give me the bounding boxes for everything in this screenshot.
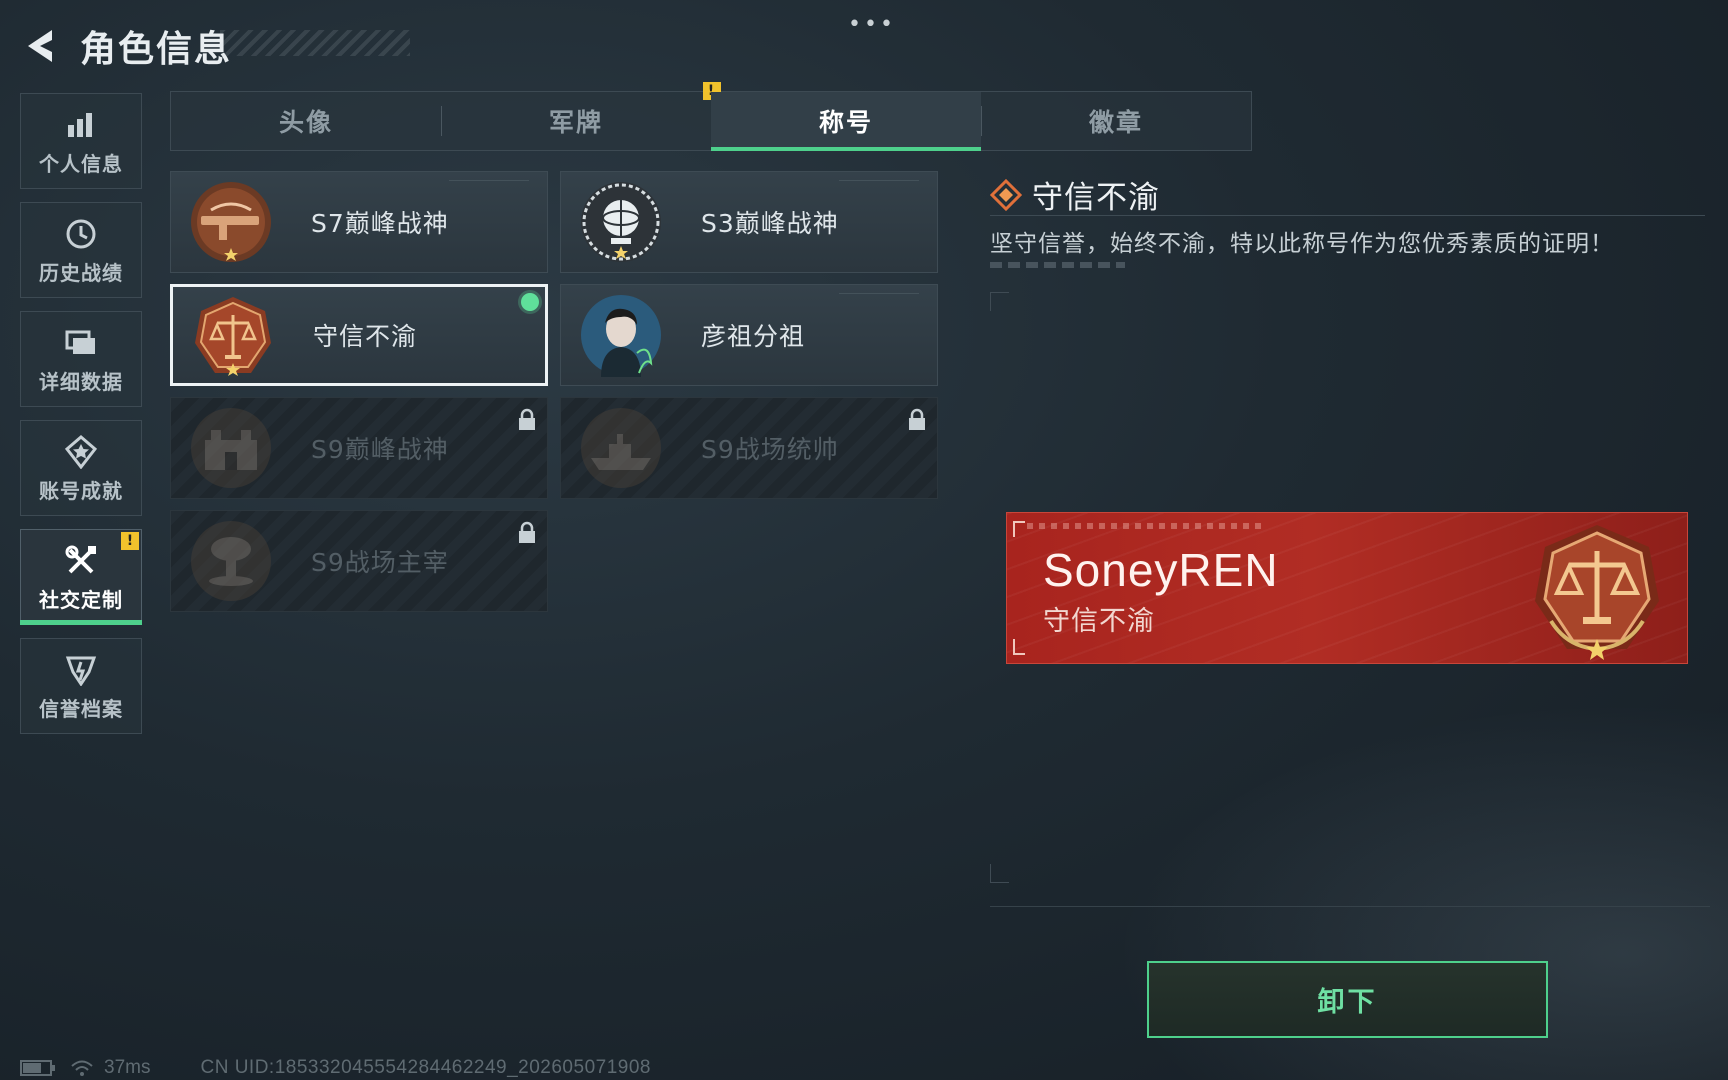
title-label: 彦祖分祖 <box>701 322 806 351</box>
globe-emblem-icon <box>581 182 661 262</box>
sidebar: 个人信息 历史战绩 详细数据 账号成就 ! 社交定制 信誉档案 <box>20 93 142 747</box>
warship-emblem-icon <box>581 408 661 488</box>
title-label: S3巅峰战神 <box>701 209 839 238</box>
sidebar-item-label: 详细数据 <box>39 369 123 394</box>
more-menu-icon[interactable]: ••• <box>848 12 896 37</box>
sidebar-item-label: 信誉档案 <box>39 696 123 721</box>
sidebar-item-history[interactable]: 历史战绩 <box>20 202 142 298</box>
card-decoration <box>839 293 919 304</box>
tab-label: 军牌 <box>548 108 603 137</box>
frame-corner <box>990 292 1009 311</box>
tab-title[interactable]: 称号 <box>711 92 981 151</box>
tab-dogtag[interactable]: 军牌 ! <box>441 82 721 150</box>
sidebar-item-label: 历史战绩 <box>39 260 123 285</box>
page-header: 角色信息 <box>18 18 232 74</box>
sidebar-item-social-custom[interactable]: ! 社交定制 <box>20 529 142 625</box>
lock-icon <box>909 408 925 430</box>
plate-title: 守信不渝 <box>1043 606 1155 637</box>
plate-bracket <box>1013 639 1025 655</box>
title-card-s9-dominator[interactable]: S9战场主宰 <box>170 510 548 612</box>
title-card-s9-commander[interactable]: S9战场统帅 <box>560 397 938 499</box>
title-decoration <box>220 30 410 56</box>
diamond-title-icon <box>990 178 1022 211</box>
title-label: S7巅峰战神 <box>311 209 449 238</box>
tab-badge[interactable]: 徽章 <box>981 92 1251 150</box>
title-card-s3-peak[interactable]: S3巅峰战神 <box>560 171 938 273</box>
status-bar: 37ms CN UID:1853320455542844622​49_20260… <box>20 1056 651 1080</box>
sidebar-item-label: 个人信息 <box>39 151 123 176</box>
user-uid: CN UID:1853320455542844622​49_2026050719… <box>200 1057 651 1078</box>
tab-avatar[interactable]: 头像 <box>171 92 441 150</box>
alert-badge: ! <box>121 532 139 550</box>
plate-bracket <box>1013 521 1025 537</box>
frame-corner <box>990 864 1009 883</box>
sidebar-item-achievements[interactable]: 账号成就 <box>20 420 142 516</box>
title-card-trustworthy[interactable]: 守信不渝 <box>170 284 548 386</box>
title-card-s7-peak[interactable]: S7巅峰战神 <box>170 171 548 273</box>
battery-icon <box>20 1060 55 1076</box>
plate-decoration <box>1027 523 1267 529</box>
mushroom-cloud-emblem-icon <box>191 521 271 601</box>
tab-label: 称号 <box>818 108 873 137</box>
back-arrow-icon <box>28 30 52 62</box>
sidebar-item-detailed-data[interactable]: 详细数据 <box>20 311 142 407</box>
player-name: SoneyREN <box>1043 544 1279 596</box>
card-decoration <box>449 180 529 191</box>
portrait-emblem-icon <box>581 295 661 377</box>
title-label: S9巅峰战神 <box>311 435 449 464</box>
title-label: S9战场统帅 <box>701 435 839 464</box>
title-label: 守信不渝 <box>313 322 418 351</box>
tab-label: 头像 <box>278 108 333 137</box>
tab-label: 徽章 <box>1088 108 1143 137</box>
scales-emblem-icon <box>195 297 271 376</box>
title-label: S9战场主宰 <box>311 548 449 577</box>
lock-icon <box>519 408 535 430</box>
wifi-icon <box>71 1060 93 1076</box>
detail-description: 坚守信誉，始终不渝，特以此称号作为您优秀素质的证明！ <box>990 231 1614 257</box>
title-card-s9-peak[interactable]: S9巅峰战神 <box>170 397 548 499</box>
divider <box>990 215 1705 216</box>
back-button[interactable] <box>18 22 66 70</box>
decoration-dashes <box>990 262 1125 268</box>
scales-emblem-icon <box>1535 525 1659 660</box>
title-card-yanzu[interactable]: 彦祖分祖 <box>560 284 938 386</box>
ping-value: 37ms <box>104 1057 151 1078</box>
fortress-emblem-icon <box>191 408 271 488</box>
tools-icon <box>64 542 98 580</box>
divider <box>990 906 1710 907</box>
sidebar-item-personal-info[interactable]: 个人信息 <box>20 93 142 189</box>
detail-header: 守信不渝 <box>990 172 1160 217</box>
credit-emblem-icon <box>65 651 97 689</box>
sidebar-item-credit-record[interactable]: 信誉档案 <box>20 638 142 734</box>
detail-title: 守信不渝 <box>1032 180 1160 216</box>
unequip-button[interactable]: 卸下 <box>1147 961 1548 1038</box>
sidebar-item-label: 社交定制 <box>39 587 123 612</box>
sidebar-item-label: 账号成就 <box>39 478 123 503</box>
history-clock-icon <box>64 215 98 253</box>
bar-chart-icon <box>65 106 97 144</box>
page-title: 角色信息 <box>80 29 233 70</box>
rifle-emblem-icon <box>191 182 271 262</box>
title-preview-plate: SoneyREN 守信不渝 <box>1006 512 1688 664</box>
card-decoration <box>839 180 919 191</box>
category-tabs: 头像 军牌 ! 称号 徽章 <box>170 82 1252 151</box>
folder-stack-icon <box>64 324 98 362</box>
equipped-indicator <box>521 293 539 311</box>
lock-icon <box>519 521 535 543</box>
achievement-medal-icon <box>65 433 97 471</box>
